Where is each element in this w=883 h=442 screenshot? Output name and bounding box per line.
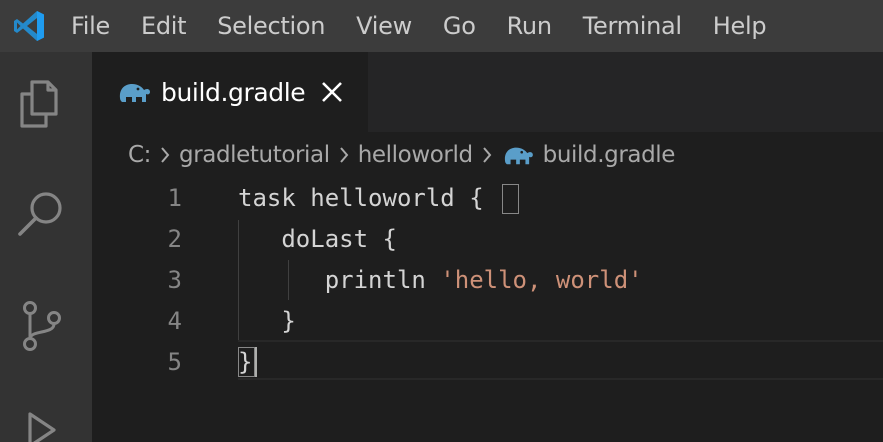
chevron-right-icon xyxy=(482,147,491,163)
bracket-match-highlight xyxy=(502,184,519,214)
code-line: 5 } xyxy=(92,342,883,383)
explorer-icon[interactable] xyxy=(14,76,70,132)
line-number: 2 xyxy=(167,225,182,253)
vscode-window: File Edit Selection View Go Run Terminal… xyxy=(0,0,883,442)
title-bar: File Edit Selection View Go Run Terminal… xyxy=(0,0,883,52)
menu-view[interactable]: View xyxy=(356,12,412,40)
tab-build-gradle[interactable]: build.gradle xyxy=(92,52,368,132)
editor-tab-bar: build.gradle xyxy=(92,52,883,132)
breadcrumb-folder-helloworld[interactable]: helloworld xyxy=(358,142,473,168)
menu-run[interactable]: Run xyxy=(507,12,552,40)
gradle-elephant-icon xyxy=(116,78,152,106)
search-icon[interactable] xyxy=(14,186,70,242)
code-line: 4 } xyxy=(92,301,883,342)
menu-go[interactable]: Go xyxy=(443,12,476,40)
line-number: 1 xyxy=(167,184,182,212)
line-text: task helloworld { xyxy=(238,184,484,212)
tab-label: build.gradle xyxy=(161,77,306,107)
line-text: doLast { xyxy=(238,225,397,253)
code-line: 3 println 'hello, world' xyxy=(92,260,883,301)
menu-file[interactable]: File xyxy=(71,12,110,40)
close-icon[interactable] xyxy=(319,79,345,105)
menu-terminal[interactable]: Terminal xyxy=(583,12,682,40)
text-cursor xyxy=(255,347,257,377)
bracket-match-highlight xyxy=(238,347,255,377)
string-literal: 'hello, world' xyxy=(440,266,643,294)
menu-selection[interactable]: Selection xyxy=(217,12,325,40)
menu-bar: File Edit Selection View Go Run Terminal… xyxy=(71,12,797,40)
source-control-icon[interactable] xyxy=(14,298,70,354)
chevron-right-icon xyxy=(161,147,170,163)
code-editor[interactable]: 1 task helloworld { 2 doLast { 3 println… xyxy=(92,178,883,442)
run-debug-icon[interactable] xyxy=(14,406,70,442)
line-number: 4 xyxy=(167,307,182,335)
breadcrumb-folder-gradletutorial[interactable]: gradletutorial xyxy=(179,142,330,168)
breadcrumb-drive[interactable]: C: xyxy=(128,142,151,168)
chevron-right-icon xyxy=(339,147,349,163)
menu-help[interactable]: Help xyxy=(713,12,767,40)
breadcrumb: C: gradletutorial helloworld build.gradl… xyxy=(92,132,883,178)
vscode-logo-icon xyxy=(9,6,49,46)
code-token: println xyxy=(238,266,441,294)
activity-bar xyxy=(0,52,92,442)
code-line: 2 doLast { xyxy=(92,219,883,260)
code-line: 1 task helloworld { xyxy=(92,178,883,219)
menu-edit[interactable]: Edit xyxy=(141,12,187,40)
line-text: println 'hello, world' xyxy=(238,266,643,294)
line-number: 3 xyxy=(167,266,182,294)
breadcrumb-file[interactable]: build.gradle xyxy=(543,142,676,168)
line-text: } xyxy=(238,307,296,335)
gradle-elephant-icon xyxy=(501,142,535,168)
line-number: 5 xyxy=(167,348,182,376)
